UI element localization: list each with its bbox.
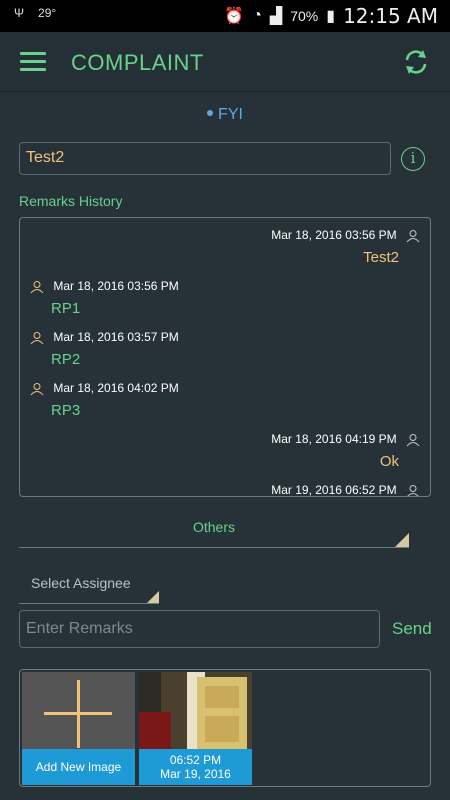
message-timestamp: Mar 18, 2016 04:02 PM: [53, 381, 179, 395]
message-text: Test2: [363, 248, 399, 266]
assignee-dropdown-placeholder: Select Assignee: [31, 575, 131, 591]
status-tag-label: FYI: [218, 106, 243, 123]
remarks-history-list[interactable]: Mar 18, 2016 03:56 PM Test2 Mar 18, 2016…: [19, 217, 431, 497]
list-item: Mar 19, 2016 06:52 PM: [271, 483, 420, 497]
user-icon: [406, 433, 420, 447]
message-text: RP1: [51, 299, 81, 317]
photo-time: 06:52 PM: [169, 753, 222, 767]
message-timestamp: Mar 18, 2016 03:56 PM: [53, 279, 179, 293]
image-gallery: Add New Image 06:52 PM Mar 19, 2016: [19, 669, 431, 787]
app-bar: COMPLAINT: [0, 32, 450, 92]
bullet-icon: [207, 109, 214, 116]
usb-icon: Ψ: [14, 6, 25, 20]
message-text: Ok: [379, 452, 399, 470]
category-dropdown[interactable]: Others: [19, 516, 409, 548]
temperature-text: 29°: [38, 6, 57, 20]
page-title: COMPLAINT: [71, 50, 204, 75]
subject-field[interactable]: Test2: [19, 142, 391, 175]
remarks-input[interactable]: Enter Remarks: [19, 610, 380, 648]
hamburger-menu-icon[interactable]: [20, 52, 46, 72]
add-image-button[interactable]: Add New Image: [22, 672, 135, 785]
dropdown-arrow-icon: [147, 591, 159, 603]
user-icon: [406, 229, 420, 243]
list-item: Mar 18, 2016 04:19 PM Ok: [271, 432, 420, 470]
list-item: Mar 18, 2016 04:02 PM RP3: [30, 381, 179, 419]
photo-caption: 06:52 PM Mar 19, 2016: [139, 749, 252, 785]
battery-icon: ▮: [326, 8, 336, 25]
message-text: RP3: [51, 401, 81, 419]
alarm-icon: ⏰: [224, 8, 245, 25]
add-image-label: Add New Image: [22, 749, 135, 785]
message-timestamp: Mar 18, 2016 03:57 PM: [53, 330, 179, 344]
message-timestamp: Mar 18, 2016 03:56 PM: [271, 228, 397, 242]
signal-icon: ▟: [269, 8, 283, 25]
list-item: Mar 18, 2016 03:57 PM RP2: [30, 330, 179, 368]
battery-percent: 70%: [290, 8, 319, 24]
info-icon[interactable]: i: [401, 147, 425, 171]
list-item: Mar 18, 2016 03:56 PM Test2: [271, 228, 420, 266]
user-icon: [30, 331, 44, 345]
status-bar: Ψ 29° ⏰ ◔ ▟ 70% ▮ 12:15 AM: [0, 0, 450, 32]
image-thumbnail[interactable]: 06:52 PM Mar 19, 2016: [139, 672, 252, 785]
remarks-history-label: Remarks History: [19, 193, 123, 209]
wifi-icon: ◔: [252, 7, 262, 24]
message-text: RP2: [51, 350, 81, 368]
user-icon: [30, 382, 44, 396]
category-dropdown-value: Others: [192, 519, 235, 535]
user-icon: [407, 484, 419, 496]
status-tag: FYI: [0, 106, 450, 124]
list-item: Mar 18, 2016 03:56 PM RP1: [30, 279, 179, 317]
photo-thumbnail-image: [139, 672, 252, 749]
photo-date: Mar 19, 2016: [160, 767, 231, 781]
send-button[interactable]: Send: [392, 619, 432, 639]
refresh-icon[interactable]: [402, 48, 430, 76]
clock-time: 12:15 AM: [343, 4, 438, 28]
assignee-dropdown[interactable]: Select Assignee: [19, 570, 159, 604]
message-timestamp: Mar 19, 2016 06:52 PM: [271, 483, 397, 497]
message-timestamp: Mar 18, 2016 04:19 PM: [271, 432, 397, 446]
dropdown-arrow-icon: [395, 533, 409, 547]
user-icon: [30, 280, 44, 294]
